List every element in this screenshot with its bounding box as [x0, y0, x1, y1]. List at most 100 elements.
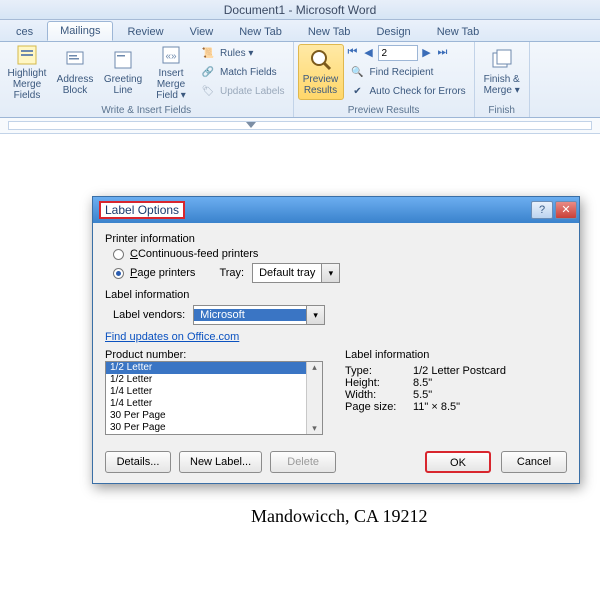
- indent-marker-icon[interactable]: [246, 122, 256, 128]
- tab-mailings[interactable]: Mailings: [47, 21, 113, 41]
- tab-newtab-1[interactable]: New Tab: [227, 23, 294, 41]
- label-options-dialog: Label Options ? ✕ Printer information CC…: [92, 196, 580, 484]
- auto-check-button[interactable]: ✔ Auto Check for Errors: [346, 82, 470, 100]
- height-key: Height:: [345, 377, 407, 389]
- match-fields-icon: 🔗: [200, 64, 216, 80]
- finish-merge-icon: [490, 48, 514, 72]
- list-item[interactable]: 1/2 Letter: [106, 374, 322, 386]
- list-item[interactable]: 1/2 Letter: [106, 362, 322, 374]
- find-updates-link[interactable]: Find updates on Office.com: [105, 331, 239, 343]
- rules-label: Rules ▾: [220, 48, 253, 59]
- width-value: 5.5": [413, 389, 432, 401]
- tab-design[interactable]: Design: [364, 23, 422, 41]
- dialog-help-button[interactable]: ?: [531, 201, 553, 219]
- update-labels-icon: 🏷: [200, 83, 216, 99]
- continuous-feed-radio[interactable]: CContinuous-feed printers: [113, 248, 567, 260]
- check-icon: ✔: [350, 83, 366, 99]
- ribbon: Highlight Merge Fields Address Block Gre…: [0, 42, 600, 118]
- preview-results-label: Preview Results: [303, 74, 339, 96]
- tab-review[interactable]: Review: [115, 23, 175, 41]
- svg-text:«»: «»: [165, 51, 177, 62]
- label-info-heading: Label information: [105, 289, 567, 301]
- type-value: 1/2 Letter Postcard: [413, 365, 506, 377]
- rules-button[interactable]: 📜Rules ▾: [196, 44, 289, 62]
- width-key: Width:: [345, 389, 407, 401]
- last-record-button[interactable]: ⏭: [436, 46, 450, 60]
- record-number-input[interactable]: [378, 45, 418, 61]
- record-nav: ⏮ ◀ ▶ ⏭: [346, 44, 470, 62]
- dialog-close-button[interactable]: ✕: [555, 201, 577, 219]
- page-printers-radio[interactable]: Page printers Tray: Default tray▾: [113, 263, 567, 283]
- preview-results-button[interactable]: Preview Results: [298, 44, 344, 100]
- highlight-merge-fields-button[interactable]: Highlight Merge Fields: [4, 44, 50, 100]
- tab-partial[interactable]: ces: [4, 23, 45, 41]
- match-fields-button[interactable]: 🔗 Match Fields: [196, 63, 289, 81]
- group-preview-label: Preview Results: [294, 105, 474, 117]
- ruler[interactable]: [0, 118, 600, 134]
- insert-merge-field-label: Insert Merge Field ▾: [150, 68, 192, 101]
- list-item[interactable]: 30 Per Page: [106, 410, 322, 422]
- address-block-label: Address Block: [57, 74, 94, 96]
- continuous-feed-label: Continuous-feed printers: [138, 248, 258, 260]
- titlebar: Document1 - Microsoft Word: [0, 0, 600, 20]
- list-item[interactable]: 1/4 Letter: [106, 386, 322, 398]
- insert-merge-icon: «»: [159, 44, 183, 66]
- scrollbar[interactable]: ▴▾: [306, 362, 322, 434]
- match-fields-label: Match Fields: [220, 67, 277, 78]
- group-finish: Finish & Merge ▾ Finish: [475, 42, 530, 117]
- tab-newtab-3[interactable]: New Tab: [425, 23, 492, 41]
- cancel-button[interactable]: Cancel: [501, 451, 567, 473]
- scroll-down-icon[interactable]: ▾: [312, 423, 317, 434]
- scroll-up-icon[interactable]: ▴: [312, 362, 317, 373]
- greeting-line-button[interactable]: Greeting Line: [100, 44, 146, 100]
- details-button[interactable]: Details...: [105, 451, 171, 473]
- radio-icon: [113, 268, 124, 279]
- greeting-line-icon: [111, 48, 135, 72]
- find-recipient-label: Find Recipient: [370, 67, 434, 78]
- dialog-titlebar[interactable]: Label Options ? ✕: [93, 197, 579, 223]
- tray-value: Default tray: [253, 267, 321, 279]
- group-write-insert: Highlight Merge Fields Address Block Gre…: [0, 42, 294, 117]
- prev-record-button[interactable]: ◀: [362, 46, 376, 60]
- chevron-down-icon: ▾: [321, 264, 339, 282]
- list-item[interactable]: 1/4 Letter: [106, 398, 322, 410]
- finish-merge-button[interactable]: Finish & Merge ▾: [479, 44, 525, 100]
- group-preview-results: Preview Results ⏮ ◀ ▶ ⏭ 🔍Find Recipient …: [294, 42, 475, 117]
- pagesize-key: Page size:: [345, 401, 407, 413]
- height-value: 8.5": [413, 377, 432, 389]
- highlight-icon: [15, 44, 39, 66]
- highlight-merge-fields-label: Highlight Merge Fields: [6, 68, 48, 101]
- first-record-button[interactable]: ⏮: [346, 46, 360, 60]
- product-number-listbox[interactable]: 1/2 Letter 1/2 Letter 1/4 Letter 1/4 Let…: [105, 361, 323, 435]
- list-item[interactable]: 30 Per Page: [106, 422, 322, 434]
- product-number-label: Product number:: [105, 349, 323, 361]
- label-vendors-combo[interactable]: Microsoft▾: [193, 305, 325, 325]
- label-vendors-label: Label vendors:: [113, 309, 185, 321]
- chevron-down-icon: ▾: [306, 306, 324, 324]
- document-text: Mandowicch, CA 19212: [251, 506, 427, 527]
- update-labels-label: Update Labels: [220, 86, 285, 97]
- find-recipient-button[interactable]: 🔍 Find Recipient: [346, 63, 470, 81]
- label-info-panel: Label information Type: 1/2 Letter Postca…: [345, 349, 506, 435]
- insert-merge-field-button[interactable]: «» Insert Merge Field ▾: [148, 44, 194, 100]
- tray-label: Tray:: [219, 267, 244, 279]
- dialog-title: Label Options: [99, 201, 185, 219]
- tray-combo[interactable]: Default tray▾: [252, 263, 340, 283]
- ribbon-tabstrip: ces Mailings Review View New Tab New Tab…: [0, 20, 600, 42]
- label-vendors-value: Microsoft: [194, 309, 306, 321]
- new-label-button[interactable]: New Label...: [179, 451, 262, 473]
- group-write-insert-label: Write & Insert Fields: [0, 105, 293, 117]
- finish-merge-label: Finish & Merge ▾: [484, 74, 520, 96]
- next-record-button[interactable]: ▶: [420, 46, 434, 60]
- label-info-panel-heading: Label information: [345, 349, 506, 361]
- auto-check-label: Auto Check for Errors: [370, 86, 466, 97]
- pagesize-value: 11" × 8.5": [413, 401, 460, 413]
- tab-newtab-2[interactable]: New Tab: [296, 23, 363, 41]
- greeting-line-label: Greeting Line: [104, 74, 142, 96]
- ok-button[interactable]: OK: [425, 451, 491, 473]
- radio-icon: [113, 249, 124, 260]
- tab-view[interactable]: View: [178, 23, 226, 41]
- address-block-button[interactable]: Address Block: [52, 44, 98, 100]
- search-icon: 🔍: [350, 64, 366, 80]
- type-key: Type:: [345, 365, 407, 377]
